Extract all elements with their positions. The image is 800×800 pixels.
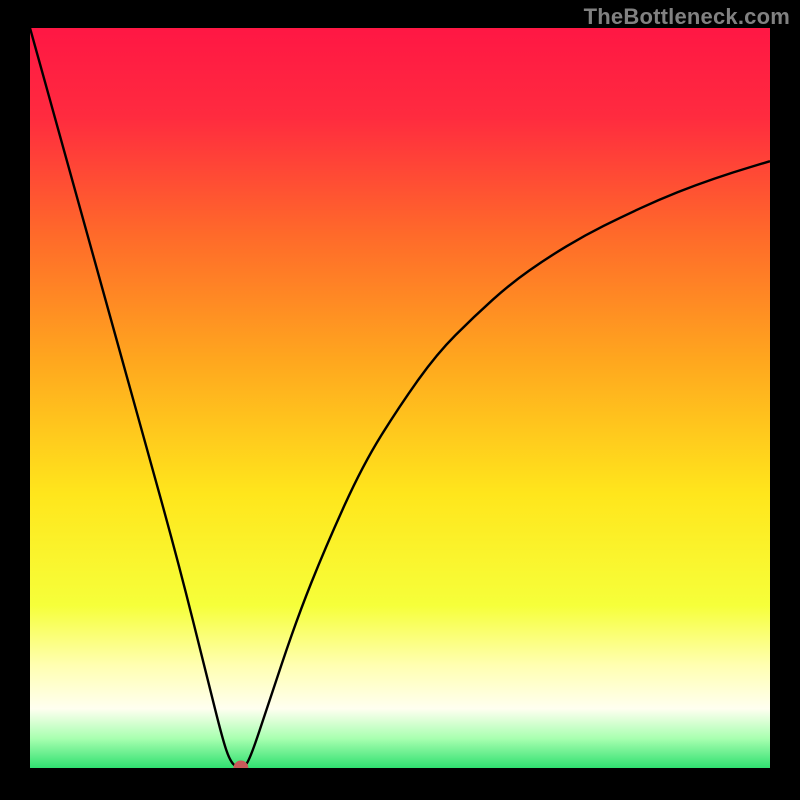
chart-frame: TheBottleneck.com xyxy=(0,0,800,800)
watermark-text: TheBottleneck.com xyxy=(584,4,790,30)
gradient-background xyxy=(30,28,770,768)
bottleneck-chart xyxy=(30,28,770,768)
